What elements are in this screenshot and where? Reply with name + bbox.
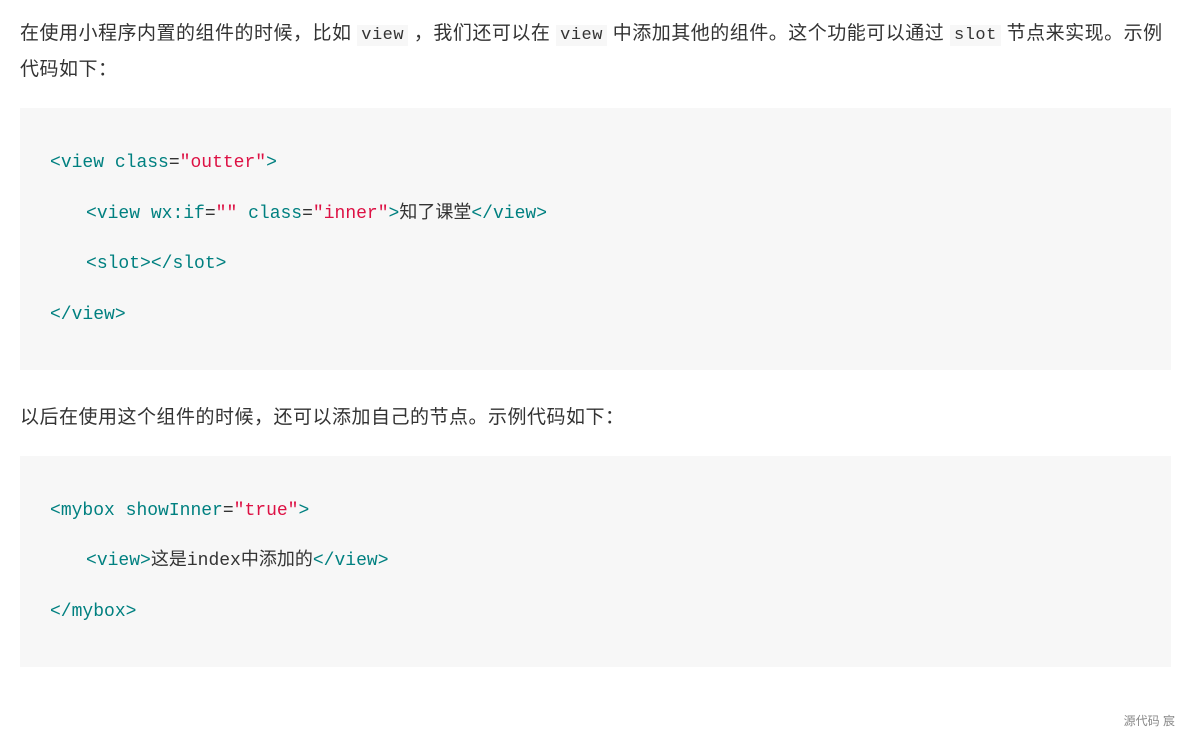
code1-l2-tag: view — [97, 204, 140, 224]
code2-l1-close: > — [298, 501, 309, 521]
code1-l2-close1: > — [389, 204, 400, 224]
code1-l4-open: </ — [50, 305, 72, 325]
code2-l3-open: </ — [50, 602, 72, 622]
code2-l2-open: < — [86, 551, 97, 571]
code2-l2-tag: view — [97, 551, 140, 571]
code1-l2-sp1 — [140, 204, 151, 224]
code1-l2-open: < — [86, 204, 97, 224]
code1-l1-close: > — [266, 153, 277, 173]
code1-l2-sp2 — [237, 204, 248, 224]
code1-l2-close2: </ — [471, 204, 493, 224]
code2-l3-close: > — [126, 602, 137, 622]
code1-l2-eq1: = — [205, 204, 216, 224]
code1-l3-close2: </ — [151, 254, 173, 274]
para1-seg1: 在使用小程序内置的组件的时候，比如 — [20, 23, 357, 44]
code1-l2-tag2: view — [493, 204, 536, 224]
code2-l1-attr: showInner — [126, 501, 223, 521]
code1-l3-close3: > — [216, 254, 227, 274]
code1-l2-eq2: = — [302, 204, 313, 224]
code1-l3-tag: slot — [97, 254, 140, 274]
code-block-1: <view class="outter"> <view wx:if="" cla… — [20, 108, 1171, 370]
code1-l1-val: "outter" — [180, 153, 266, 173]
code2-l2-close1: > — [140, 551, 151, 571]
code1-l1-eq: = — [169, 153, 180, 173]
inline-code-view1: view — [357, 25, 408, 46]
code1-l1-open: < — [50, 153, 61, 173]
code1-l1-sp — [104, 153, 115, 173]
code1-l2-close3: > — [536, 204, 547, 224]
code1-l3-close1: > — [140, 254, 151, 274]
inline-code-view2: view — [556, 25, 607, 46]
code1-l1-tag: view — [61, 153, 104, 173]
paragraph-1: 在使用小程序内置的组件的时候，比如 view ，我们还可以在 view 中添加其… — [20, 16, 1171, 88]
code1-l2-val1: "" — [216, 204, 238, 224]
code1-l1-attr: class — [115, 153, 169, 173]
code-block-2: <mybox showInner="true"> <view>这是index中添… — [20, 456, 1171, 667]
code1-l4-close: > — [115, 305, 126, 325]
code1-l3-tag2: slot — [172, 254, 215, 274]
code2-l2-close3: > — [378, 551, 389, 571]
code1-l2-attr1: wx:if — [151, 204, 205, 224]
paragraph-2: 以后在使用这个组件的时候，还可以添加自己的节点。示例代码如下： — [20, 400, 1171, 436]
code2-l2-tag2: view — [334, 551, 377, 571]
code1-l2-attr2: class — [248, 204, 302, 224]
code1-l2-val2: "inner" — [313, 204, 389, 224]
code1-l4-tag: view — [72, 305, 115, 325]
inline-code-slot: slot — [950, 25, 1001, 46]
footer-note: 源代码 宸 — [1124, 710, 1175, 733]
code2-l1-val: "true" — [234, 501, 299, 521]
code2-l1-sp — [115, 501, 126, 521]
code1-l2-text: 知了课堂 — [399, 204, 471, 224]
code2-l1-eq: = — [223, 501, 234, 521]
code2-l1-tag: mybox — [61, 501, 115, 521]
para1-seg3: 中添加其他的组件。这个功能可以通过 — [607, 23, 950, 44]
code2-l1-open: < — [50, 501, 61, 521]
code2-l3-tag: mybox — [72, 602, 126, 622]
code2-l2-close2: </ — [313, 551, 335, 571]
code2-l2-text: 这是index中添加的 — [151, 551, 313, 571]
para1-seg2: ，我们还可以在 — [408, 23, 556, 44]
code1-l3-open: < — [86, 254, 97, 274]
